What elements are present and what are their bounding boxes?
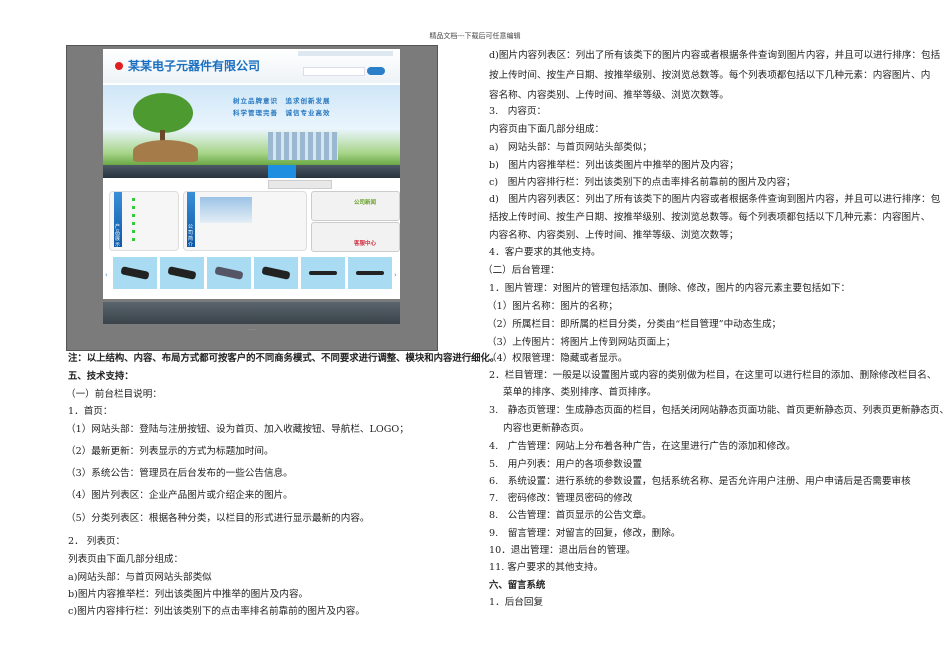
about-label: 公司简介	[188, 224, 194, 248]
list-item: （4）图片列表区：企业产品图片或介绍企来的图片。	[66, 490, 293, 501]
section-heading-6: 六、留言系统	[489, 580, 546, 591]
search-button	[367, 67, 385, 75]
list-item: 5. 用户列表：用户的各项参数设置	[489, 459, 643, 470]
product-object	[261, 266, 291, 280]
product-thumb	[348, 257, 392, 289]
page-header-watermark: 精品文档---下载后可任意编辑	[429, 32, 521, 40]
bullet-icon	[132, 238, 135, 241]
nav-active-item	[268, 165, 296, 178]
news-label: 公司新闻	[354, 200, 377, 206]
list-item: a) 网站头部：与首页网站头部类似；	[489, 142, 652, 153]
arrow-right-icon: ›	[394, 271, 397, 279]
list-item: 9. 留言管理：对留言的回复，修改，删除。	[489, 528, 681, 539]
paragraph-line: 菜单的排序、类别排序、首页排序。	[503, 387, 657, 398]
item-heading: 3. 内容页：	[489, 106, 547, 117]
list-item: 10．退出管理：退出后台的管理。	[489, 545, 636, 556]
slogan-line2: 科学管理完善 诚信专业高效	[233, 109, 331, 117]
list-item: （2）所属栏目：即所属的栏目分类，分类由“栏目管理”中动态生成；	[487, 319, 782, 330]
subsection-heading: （一）前台栏目说明：	[66, 389, 162, 400]
paragraph-line: 内容也更新静态页。	[503, 423, 590, 434]
list-item: 6. 系统设置：进行系统的参数设置，包括系统名称、是否允许用户注册、用户申请后是…	[489, 476, 911, 487]
list-item: a)网站头部：与首页网站头部类似	[68, 572, 212, 583]
product-object	[214, 266, 244, 280]
product-box: 产品展示	[109, 191, 179, 251]
search-input	[303, 67, 365, 76]
mockup-page: 某某电子元器件有限公司 树立品牌意识 追求创新发展 科学管理完善 诚信专业高效 …	[103, 49, 400, 299]
news-box: 公司新闻	[311, 191, 400, 221]
list-item: 3. 静态页管理：生成静态页面的栏目，包括关闭网站静态页面功能、首页更新静态页、…	[489, 405, 950, 416]
list-item: （3）系统公告：管理员在后台发布的一些公告信息。	[66, 468, 293, 479]
bullet-icon	[132, 222, 135, 225]
list-item: （1）网站头部：登陆与注册按钮、设为首页、加入收藏按钮、导航栏、LOGO；	[66, 424, 409, 435]
list-item: b) 图片内容推举栏：列出该类图片中推举的图片及内容；	[489, 160, 739, 171]
about-box: 公司简介	[183, 191, 307, 251]
bullet-icon	[132, 198, 135, 201]
building-image	[200, 197, 252, 223]
note: 注：以上结构、内容、布局方式都可按客户的不同商务模式、不同要求进行调整、模块和内…	[68, 353, 500, 364]
list-item: 4．客户要求的其他支持。	[489, 247, 601, 258]
section-heading-5: 五、技术支持：	[68, 371, 134, 382]
list-item: 11. 客户要求的其他支持。	[489, 562, 604, 573]
product-object	[356, 271, 384, 275]
logo-icon	[115, 62, 123, 70]
product-strip: ‹ ›	[103, 253, 400, 291]
city-skyline	[268, 132, 338, 160]
subsection-heading: （二）后台管理：	[483, 265, 560, 276]
list-item: （1）图片名称：图片的名称；	[487, 301, 618, 312]
bullet-icon	[132, 206, 135, 209]
mockup-copyright: · · ·	[248, 328, 256, 333]
mockup-header: 某某电子元器件有限公司	[103, 49, 400, 83]
product-thumb	[254, 257, 298, 289]
product-thumb	[113, 257, 157, 289]
list-item: d) 图片内容列表区：列出了所有该类下的图片内容或者根据条件查询到图片内容，并且…	[489, 194, 941, 205]
soil-hand	[133, 140, 198, 162]
service-box: 客服中心	[311, 222, 400, 252]
list-item: 1．后台回复	[489, 597, 544, 608]
product-object	[120, 266, 150, 280]
list-item: （5）分类列表区：根据各种分类，以栏目的形式进行显示最新的内容。	[66, 513, 370, 524]
sub-menu	[268, 180, 332, 189]
product-label: 产品展示	[115, 224, 121, 248]
paragraph-line: 内容名称、内容类别、上传时间、推举等级、浏览次数等；	[489, 230, 739, 241]
product-thumb	[207, 257, 251, 289]
paragraph-line: 括按上传时间、按生产日期、按推举级别、按浏览总数等。每个列表项都包括以下几种元素…	[489, 212, 931, 223]
paragraph-line: d)图片内容列表区：列出了所有该类下的图片内容或者根据条件查询到图片内容，并且可…	[489, 50, 941, 61]
product-thumb	[160, 257, 204, 289]
product-object	[309, 271, 337, 275]
bullet-icon	[132, 230, 135, 233]
paragraph-line: 容名称、内容类别、上传时间、推举等级、浏览次数等。	[489, 90, 729, 101]
list-item: 1．图片管理：对图片的管理包括添加、删除、修改，图片的内容元素主要包括如下：	[489, 283, 851, 294]
list-item: c)图片内容排行栏：列出该类别下的点击率排名前靠前的图片及内容。	[68, 606, 365, 617]
paragraph-line: 内容页由下面几部分组成：	[489, 124, 605, 135]
list-item: b)图片内容推举栏：列出该类图片中推举的图片及内容。	[68, 589, 309, 600]
item-heading: 1．首页：	[68, 406, 113, 417]
top-links	[298, 51, 393, 56]
tree-icon	[133, 93, 193, 133]
banner: 树立品牌意识 追求创新发展 科学管理完善 诚信专业高效	[103, 85, 400, 165]
list-item: 8. 公告管理：首页显示的公告文章。	[489, 510, 652, 521]
product-thumb	[301, 257, 345, 289]
paragraph-line: 按上传时间、按生产日期、按推举级别、按浏览总数等。每个列表项都包括以下几种元素：…	[489, 70, 931, 81]
list-item: （2）最新更新：列表显示的方式为标题加时间。	[66, 446, 274, 457]
website-mockup-screenshot: 某某电子元器件有限公司 树立品牌意识 追求创新发展 科学管理完善 诚信专业高效 …	[66, 45, 438, 351]
list-item: c) 图片内容排行栏：列出该类别下的点击率排名前靠前的图片及内容；	[489, 177, 796, 188]
paragraph: 列表页由下面几部分组成：	[68, 554, 184, 565]
product-object	[167, 266, 197, 280]
list-item: 7. 密码修改：管理员密码的修改	[489, 493, 633, 504]
bullet-icon	[132, 214, 135, 217]
list-item: 2．栏目管理：一般是以设置图片或内容的类别做为栏目，在这里可以进行栏目的添加、删…	[489, 370, 937, 381]
service-label: 客服中心	[354, 241, 377, 247]
list-item: （3）上传图片：将图片上传到网站页面上；	[487, 337, 676, 348]
arrow-left-icon: ‹	[105, 271, 108, 279]
list-item: （4）权限管理：隐藏或者显示。	[487, 353, 628, 364]
item-heading: 2． 列表页：	[68, 536, 126, 547]
mockup-footer-bar	[103, 302, 400, 324]
slogan-line1: 树立品牌意识 追求创新发展	[233, 97, 331, 105]
nav-bar	[103, 165, 400, 178]
company-logo: 某某电子元器件有限公司	[128, 59, 261, 73]
list-item: 4. 广告管理：网站上分布着各种广告，在这里进行广告的添加和修改。	[489, 441, 796, 452]
